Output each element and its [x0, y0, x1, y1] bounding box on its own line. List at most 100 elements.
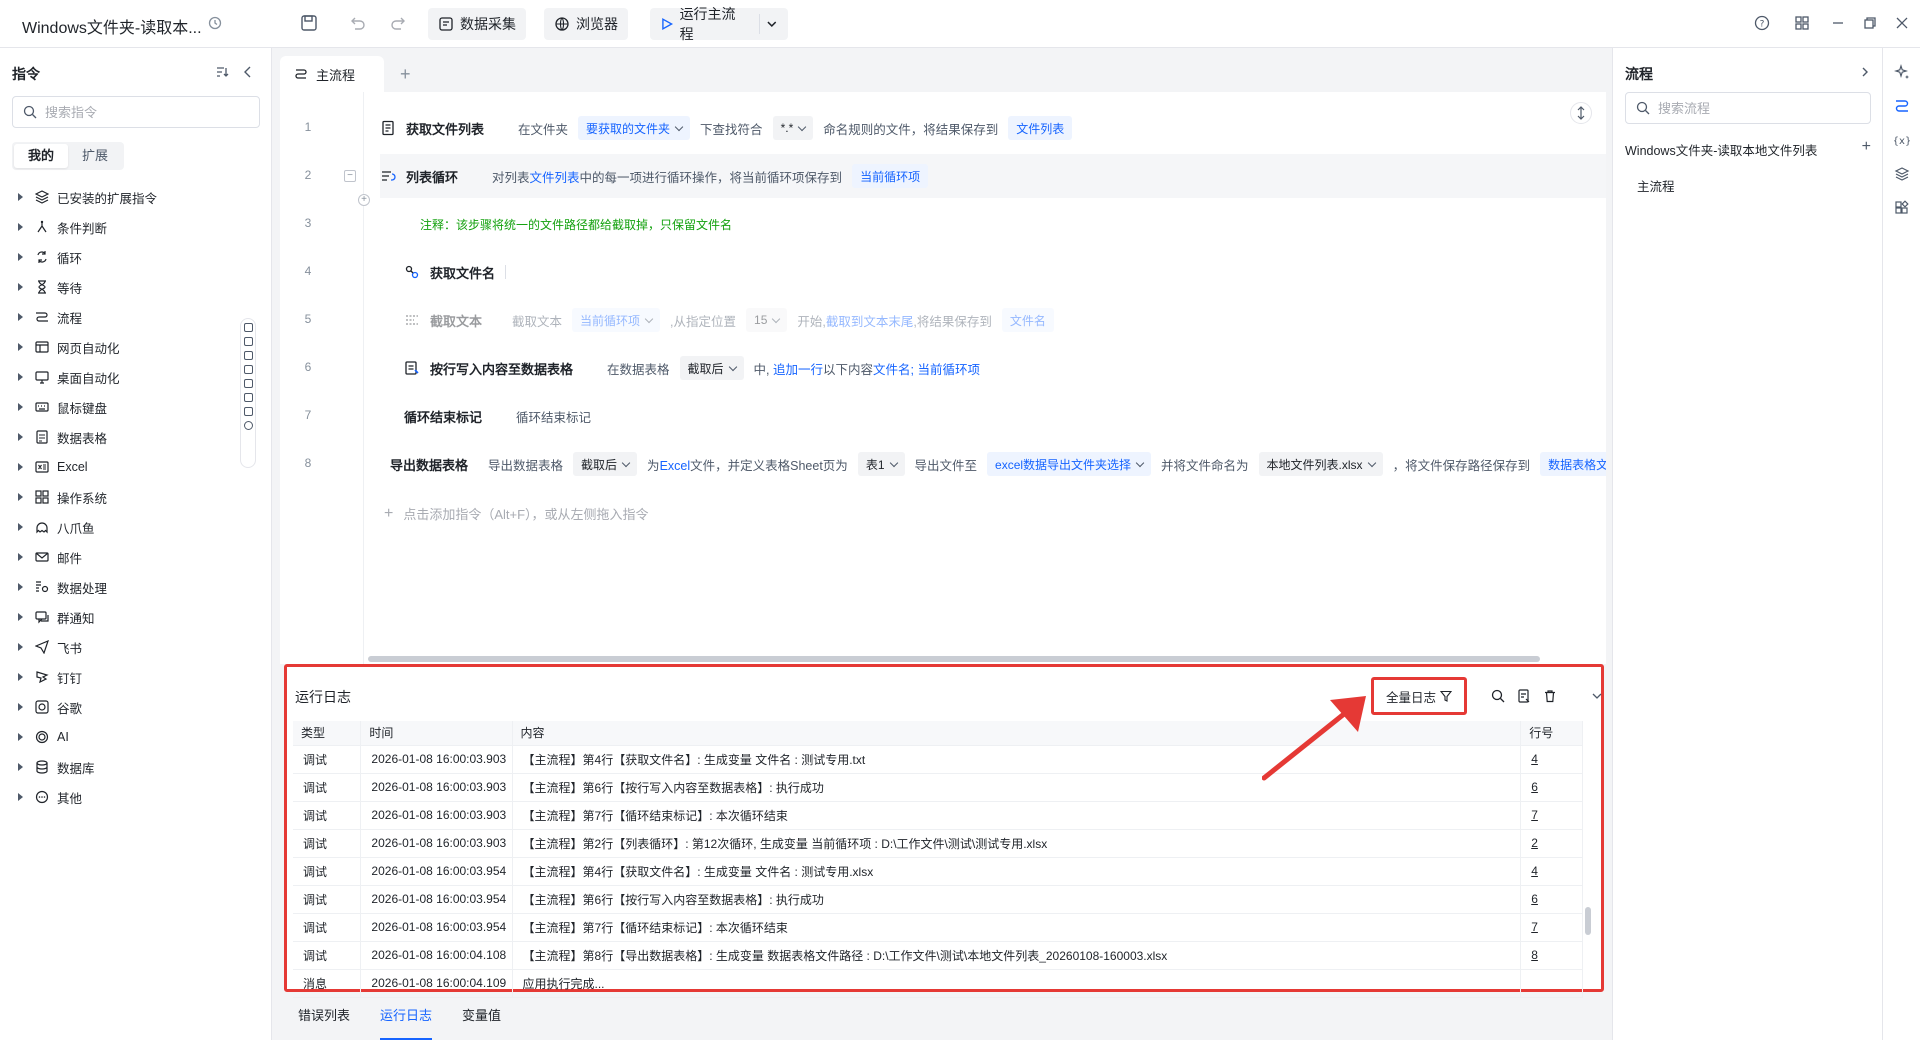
flow-icon[interactable]	[1894, 98, 1910, 114]
log-row[interactable]: 调试 2026-01-08 16:00:03.954 【主流程】第6行【按行写入内容…	[293, 885, 1583, 914]
tab-error-list[interactable]: 错误列表	[298, 1000, 350, 1040]
category-item[interactable]: 鼠标键盘	[18, 392, 238, 422]
step-param[interactable]: 截取后	[573, 452, 638, 476]
step-variable[interactable]: 数据表格文件	[1540, 452, 1606, 476]
category-item[interactable]: 已安装的扩展指令	[18, 182, 238, 212]
log-row[interactable]: 调试 2026-01-08 16:00:04.108 【主流程】第8行【导出数据表格…	[293, 941, 1583, 970]
rail-icon[interactable]	[243, 407, 253, 416]
restore-icon[interactable]	[1862, 15, 1878, 31]
flow-step[interactable]: 注释：该步骤将统一的文件路径都给截取掉，只保留文件名	[420, 202, 1606, 246]
log-line-number[interactable]: 4	[1520, 857, 1583, 886]
add-command-hint[interactable]: + 点击添加指令（Alt+F），或从左侧拖入指令	[384, 504, 649, 523]
browser-button[interactable]: 浏览器	[544, 8, 628, 40]
step-option[interactable]: 截取到文本末尾	[826, 315, 914, 329]
step-variable[interactable]: 文件名	[1001, 308, 1054, 332]
step-param[interactable]: excel数据导出文件夹选择	[987, 452, 1152, 476]
category-item[interactable]: 飞书	[18, 632, 238, 662]
category-item[interactable]: 群通知	[18, 602, 238, 632]
flow-step[interactable]: 按行写入内容至数据表格 在数据表格 截取后 中, 追加一行以下内容文件名; 当前…	[404, 346, 1606, 390]
rail-icon[interactable]	[243, 323, 253, 332]
log-vertical-scrollbar[interactable]	[1585, 907, 1591, 935]
collapse-left-icon[interactable]	[241, 65, 255, 79]
rail-icon[interactable]	[243, 365, 253, 374]
step-param[interactable]: 表1	[857, 452, 905, 476]
ai-sparkle-icon[interactable]	[1893, 64, 1910, 80]
expand-collapse-all-icon[interactable]	[1570, 102, 1592, 124]
flow-search-input[interactable]	[1656, 99, 1846, 117]
undo-icon[interactable]	[348, 14, 366, 32]
flow-search[interactable]	[1625, 92, 1871, 124]
history-icon[interactable]	[208, 16, 222, 30]
category-item[interactable]: 数据表格	[18, 422, 238, 452]
log-line-number[interactable]: 6	[1520, 885, 1583, 914]
category-item[interactable]: Excel	[18, 452, 238, 482]
close-icon[interactable]	[1894, 15, 1910, 31]
collapse-loop-icon[interactable]: −	[344, 170, 356, 182]
flow-step[interactable]: 导出数据表格 导出数据表格 截取后 为Excel文件，并定义表格Sheet页为 …	[380, 442, 1606, 486]
category-item[interactable]: 邮件	[18, 542, 238, 572]
sort-icon[interactable]	[215, 65, 229, 79]
step-param[interactable]: 截取后	[679, 356, 744, 380]
category-item[interactable]: 流程	[18, 302, 238, 332]
variable-icon[interactable]: {x}	[1894, 132, 1910, 148]
log-line-number[interactable]: 4	[1520, 745, 1583, 774]
category-item[interactable]: 等待	[18, 272, 238, 302]
category-item[interactable]: 桌面自动化	[18, 362, 238, 392]
flow-project-row[interactable]: Windows文件夹-读取本地文件列表 +	[1625, 139, 1871, 159]
rail-icon[interactable]	[243, 337, 253, 346]
widgets-icon[interactable]	[1894, 200, 1910, 216]
step-param[interactable]: 本地文件列表.xlsx	[1258, 452, 1383, 476]
tab-mine[interactable]: 我的	[14, 144, 69, 168]
log-filter-button[interactable]: 全量日志	[1371, 677, 1467, 715]
add-flow-icon[interactable]: +	[1862, 139, 1871, 159]
rail-icon[interactable]	[243, 393, 253, 402]
log-row[interactable]: 调试 2026-01-08 16:00:03.954 【主流程】第4行【获取文件名】…	[293, 857, 1583, 886]
category-item[interactable]: AI	[18, 722, 238, 752]
search-icon[interactable]	[1491, 689, 1505, 703]
tab-extensions[interactable]: 扩展	[68, 144, 122, 168]
run-main-button[interactable]: 运行主流程	[650, 6, 788, 42]
category-item[interactable]: 数据处理	[18, 572, 238, 602]
data-collect-button[interactable]: 数据采集	[428, 8, 526, 40]
insert-step-icon[interactable]: +	[358, 194, 370, 206]
command-search[interactable]	[12, 96, 260, 128]
rail-icon[interactable]	[243, 421, 253, 430]
log-line-number[interactable]: 8	[1520, 941, 1583, 970]
flow-step[interactable]: 列表循环 对列表文件列表中的每一项进行循环操作，将当前循环项保存到 当前循环项	[380, 154, 1606, 198]
step-param[interactable]: 要获取的文件夹	[578, 116, 691, 140]
log-row[interactable]: 调试 2026-01-08 16:00:03.903 【主流程】第4行【获取文件名】…	[293, 745, 1583, 774]
log-line-number[interactable]: 7	[1520, 913, 1583, 942]
tab-variable-values[interactable]: 变量值	[462, 1000, 501, 1040]
trash-icon[interactable]	[1543, 689, 1557, 703]
redo-icon[interactable]	[390, 14, 408, 32]
chevron-down-icon[interactable]	[1591, 690, 1603, 702]
category-item[interactable]: 循环	[18, 242, 238, 272]
log-line-number[interactable]	[1520, 969, 1583, 998]
log-row[interactable]: 调试 2026-01-08 16:00:03.954 【主流程】第7行【循环结束标记…	[293, 913, 1583, 942]
add-tab-icon[interactable]: +	[400, 64, 411, 85]
step-variable[interactable]: 当前循环项	[852, 164, 929, 188]
apps-grid-icon[interactable]	[1794, 15, 1810, 31]
step-variable[interactable]: 文件名; 当前循环项	[873, 363, 980, 377]
help-icon[interactable]: ?	[1754, 15, 1770, 31]
category-item[interactable]: 八爪鱼	[18, 512, 238, 542]
log-row[interactable]: 调试 2026-01-08 16:00:03.903 【主流程】第6行【按行写入内容…	[293, 773, 1583, 802]
step-param[interactable]: 15	[746, 308, 788, 332]
log-line-number[interactable]: 2	[1520, 829, 1583, 858]
step-param[interactable]: 当前循环项	[572, 308, 661, 332]
flow-step[interactable]: 获取文件名	[404, 250, 1606, 294]
category-item[interactable]: 钉钉	[18, 662, 238, 692]
collapse-right-icon[interactable]	[1859, 66, 1871, 78]
category-item[interactable]: 数据库	[18, 752, 238, 782]
log-line-number[interactable]: 7	[1520, 801, 1583, 830]
flow-step[interactable]: 获取文件列表 在文件夹 要获取的文件夹 下查找符合 *.* 命名规则的文件，将结…	[380, 106, 1606, 150]
layers-icon[interactable]	[1894, 166, 1910, 182]
category-item[interactable]: 条件判断	[18, 212, 238, 242]
command-search-input[interactable]	[43, 103, 233, 121]
tab-main-flow[interactable]: 主流程	[280, 56, 384, 92]
category-item[interactable]: 其他	[18, 782, 238, 812]
flow-step[interactable]: 循环结束标记 循环结束标记	[404, 394, 1606, 438]
tab-run-log[interactable]: 运行日志	[380, 1000, 433, 1040]
log-row[interactable]: 消息 2026-01-08 16:00:04.109 应用执行完成...	[293, 969, 1583, 998]
horizontal-scrollbar[interactable]	[368, 656, 1540, 662]
